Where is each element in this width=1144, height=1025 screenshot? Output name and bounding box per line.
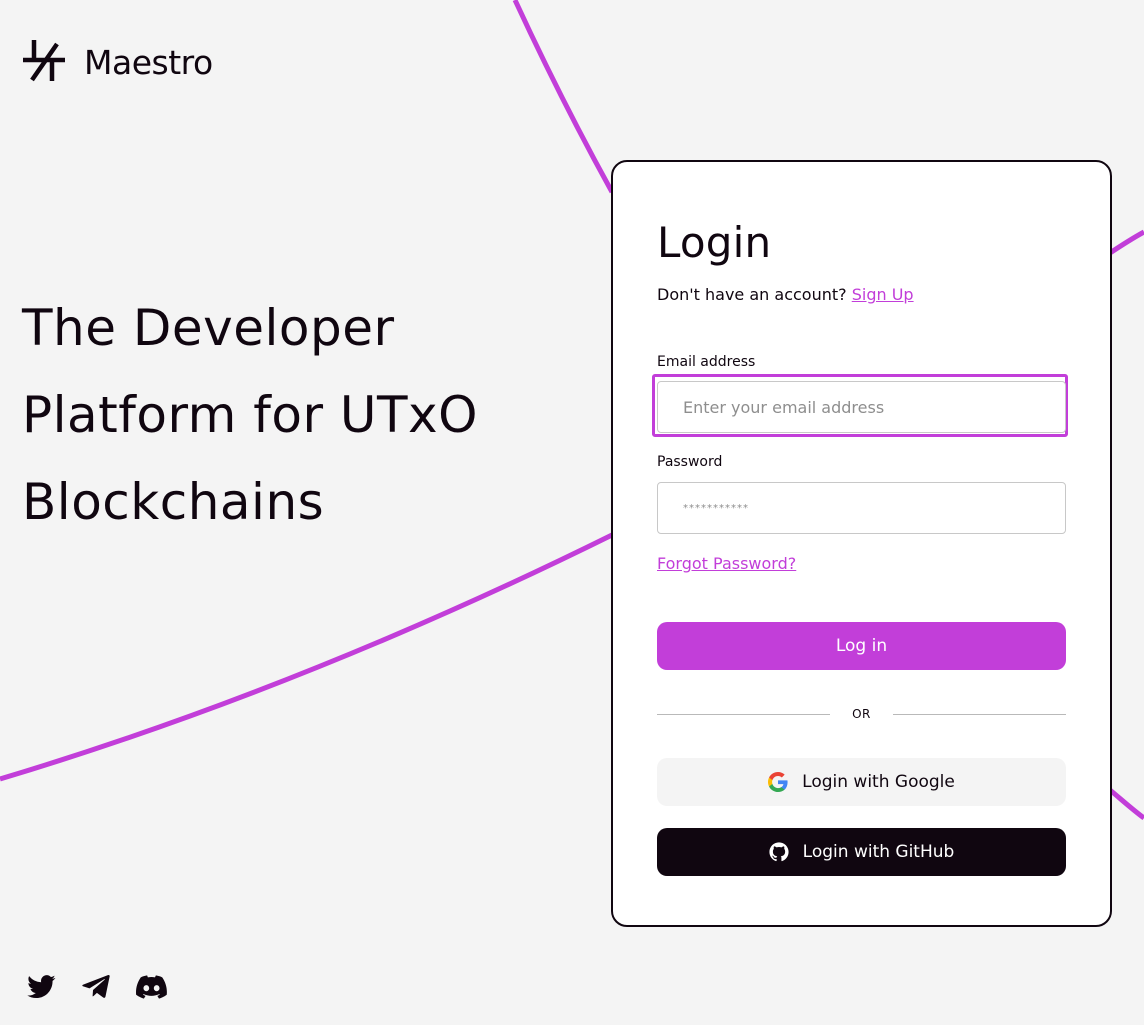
hero-headline: The Developer Platform for UTxO Blockcha… bbox=[22, 285, 582, 546]
divider-line-left bbox=[657, 713, 831, 715]
brand-logo[interactable]: Maestro bbox=[22, 38, 213, 82]
twitter-icon bbox=[27, 975, 56, 999]
hero-line-2: Platform for UTxO bbox=[22, 386, 478, 444]
discord-icon bbox=[136, 975, 167, 999]
hero-line-1: The Developer bbox=[22, 299, 395, 357]
email-label: Email address bbox=[657, 354, 756, 370]
discord-link[interactable] bbox=[136, 975, 167, 999]
social-links bbox=[27, 975, 193, 999]
signup-prompt: Don't have an account? Sign Up bbox=[657, 285, 914, 304]
github-icon bbox=[769, 842, 789, 862]
or-divider: OR bbox=[657, 704, 1067, 724]
hero-line-3: Blockchains bbox=[22, 473, 325, 531]
telegram-icon bbox=[82, 975, 110, 998]
divider-line-right bbox=[892, 713, 1067, 715]
maestro-logo-icon bbox=[23, 40, 65, 82]
login-with-google-button[interactable]: Login with Google bbox=[657, 758, 1066, 806]
login-button[interactable]: Log in bbox=[657, 622, 1066, 670]
telegram-link[interactable] bbox=[82, 975, 110, 999]
login-title: Login bbox=[657, 218, 772, 267]
login-card: Login Don't have an account? Sign Up Ema… bbox=[611, 160, 1112, 927]
google-icon bbox=[768, 772, 788, 792]
divider-text: OR bbox=[852, 707, 871, 721]
login-with-github-button[interactable]: Login with GitHub bbox=[657, 828, 1066, 876]
brand-name: Maestro bbox=[84, 42, 213, 82]
forgot-password-link[interactable]: Forgot Password? bbox=[657, 554, 796, 573]
signup-link[interactable]: Sign Up bbox=[852, 285, 914, 304]
google-button-label: Login with Google bbox=[802, 772, 955, 792]
no-account-text: Don't have an account? bbox=[657, 285, 847, 304]
twitter-link[interactable] bbox=[27, 975, 56, 999]
email-input[interactable] bbox=[657, 381, 1066, 433]
password-label: Password bbox=[657, 454, 723, 470]
password-input[interactable] bbox=[657, 482, 1066, 534]
github-button-label: Login with GitHub bbox=[802, 842, 955, 862]
